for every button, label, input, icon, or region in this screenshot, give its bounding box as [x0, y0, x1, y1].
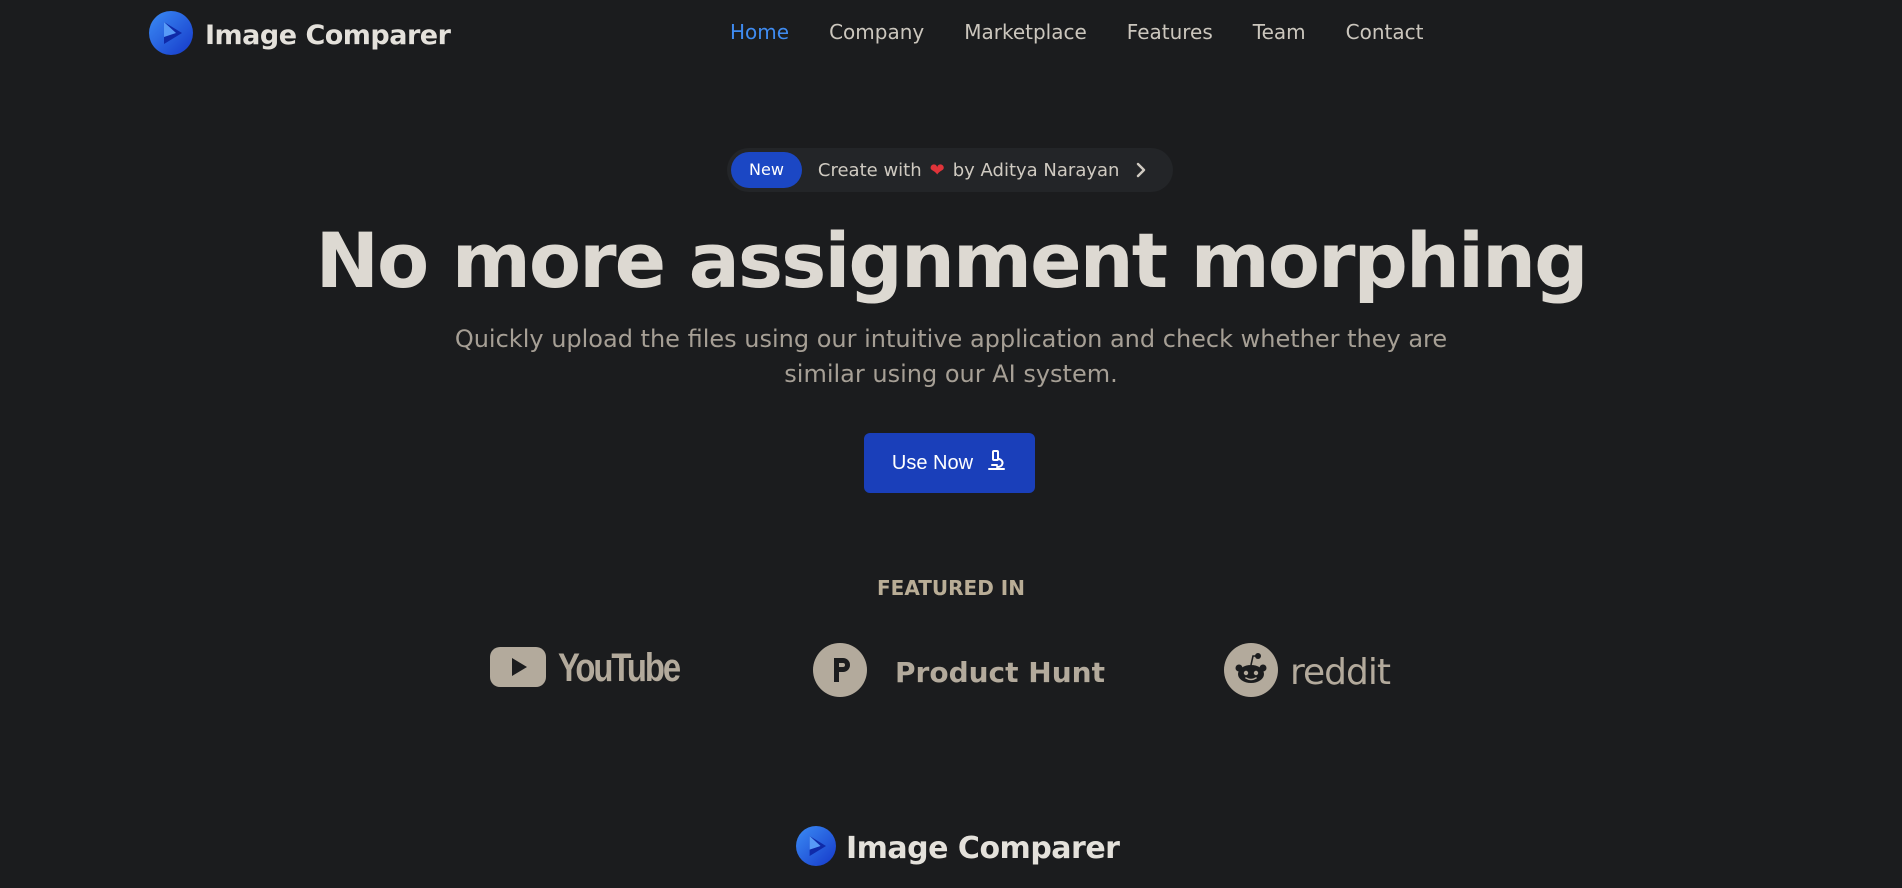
youtube-wordmark: YouTube	[558, 646, 681, 690]
footer-brand-name: Image Comparer	[846, 830, 1120, 866]
nav-marketplace[interactable]: Marketplace	[964, 20, 1087, 44]
brand-name: Image Comparer	[205, 19, 451, 51]
use-now-button[interactable]: Use Now	[864, 433, 1035, 493]
reddit-logo[interactable]: reddit	[1224, 643, 1391, 701]
brand-logo-icon	[149, 11, 193, 59]
microscope-icon	[985, 449, 1007, 477]
hero-title: No more assignment morphing	[315, 216, 1588, 305]
footer-logo-icon	[796, 826, 836, 870]
chevron-right-icon	[1135, 162, 1147, 178]
product-hunt-icon	[813, 643, 867, 701]
youtube-logo[interactable]: YouTube	[490, 646, 706, 691]
header: Image Comparer Home Company Marketplace …	[0, 0, 1902, 66]
footer-brand[interactable]: Image Comparer	[796, 826, 1120, 870]
youtube-play-icon	[490, 646, 546, 691]
main-nav: Home Company Marketplace Features Team C…	[730, 20, 1423, 44]
nav-features[interactable]: Features	[1127, 20, 1213, 44]
announcement-text-after: by Aditya Narayan	[952, 159, 1120, 181]
nav-contact[interactable]: Contact	[1346, 20, 1424, 44]
reddit-alien-icon	[1224, 643, 1278, 701]
brand-logo-link[interactable]: Image Comparer	[149, 11, 451, 59]
featured-in-label: FEATURED IN	[877, 576, 1025, 600]
product-hunt-wordmark: Product Hunt	[895, 655, 1105, 689]
announcement-text: Create with ❤ by Aditya Narayan	[818, 160, 1120, 181]
announcement-text-before: Create with	[817, 159, 922, 181]
new-badge: New	[731, 152, 802, 188]
nav-home[interactable]: Home	[730, 20, 789, 44]
hero-subtitle: Quickly upload the files using our intui…	[454, 325, 1448, 388]
heart-icon: ❤	[929, 159, 945, 181]
product-hunt-logo[interactable]: Product Hunt	[813, 643, 1105, 701]
announcement-pill[interactable]: New Create with ❤ by Aditya Narayan	[727, 148, 1173, 192]
nav-team[interactable]: Team	[1253, 20, 1306, 44]
nav-company[interactable]: Company	[829, 20, 924, 44]
use-now-label: Use Now	[891, 451, 974, 474]
reddit-wordmark: reddit	[1290, 651, 1391, 693]
landing-page: Image Comparer Home Company Marketplace …	[0, 0, 1902, 888]
